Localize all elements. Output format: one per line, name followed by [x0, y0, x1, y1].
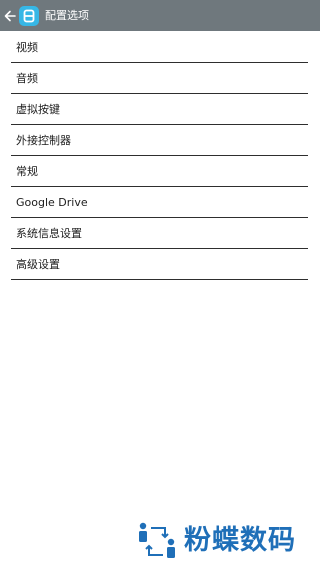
- menu-item-external-controller[interactable]: 外接控制器: [11, 125, 308, 156]
- menu-item-system-info-settings[interactable]: 系统信息设置: [11, 218, 308, 249]
- menu-item-label: 音频: [16, 72, 38, 85]
- settings-screen: 配置选项 视频 音频 虚拟按键 外接控制器 常规 Google Drive 系统…: [0, 0, 320, 569]
- menu-item-video[interactable]: 视频: [11, 32, 308, 63]
- watermark-logo-icon: [139, 522, 175, 558]
- app-logo-icon: [19, 5, 39, 26]
- menu-item-label: 外接控制器: [16, 134, 71, 147]
- back-button[interactable]: [2, 0, 18, 31]
- action-bar: 配置选项: [0, 0, 320, 31]
- menu-item-label: 虚拟按键: [16, 103, 60, 116]
- menu-item-label: 高级设置: [16, 258, 60, 271]
- menu-item-virtual-keys[interactable]: 虚拟按键: [11, 94, 308, 125]
- menu-item-label: 常规: [16, 165, 38, 178]
- back-arrow-icon: [4, 10, 16, 21]
- menu-item-advanced-settings[interactable]: 高级设置: [11, 249, 308, 280]
- watermark: 粉蝶数码: [136, 520, 308, 562]
- watermark-text: 粉蝶数码: [184, 525, 296, 556]
- page-title: 配置选项: [45, 9, 89, 22]
- menu-item-label: 系统信息设置: [16, 227, 82, 240]
- menu-item-audio[interactable]: 音频: [11, 63, 308, 94]
- menu-item-label: 视频: [16, 41, 38, 54]
- settings-menu-list: 视频 音频 虚拟按键 外接控制器 常规 Google Drive 系统信息设置 …: [11, 32, 308, 280]
- menu-item-general[interactable]: 常规: [11, 156, 308, 187]
- menu-item-label: Google Drive: [16, 195, 88, 209]
- menu-item-google-drive[interactable]: Google Drive: [11, 187, 308, 218]
